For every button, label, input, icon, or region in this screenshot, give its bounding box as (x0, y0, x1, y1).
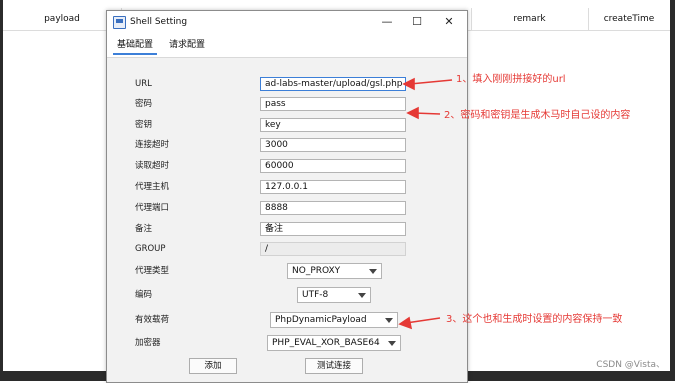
arrow-head-password (406, 106, 419, 120)
annotation-note-1: 1、填入刚刚拼接好的url (456, 74, 566, 85)
arrow-head-url (402, 77, 415, 91)
csdn-watermark: CSDN @Vista、 (596, 360, 665, 370)
arrow-head-payload (398, 316, 413, 330)
annotation-note-3: 3、这个也和生成时设置的内容保持一致 (446, 314, 623, 325)
arrow-to-url (409, 79, 453, 85)
arrow-to-payload (405, 317, 441, 324)
annotation-note-2: 2、密码和密钥是生成木马时自己设的内容 (444, 110, 631, 121)
